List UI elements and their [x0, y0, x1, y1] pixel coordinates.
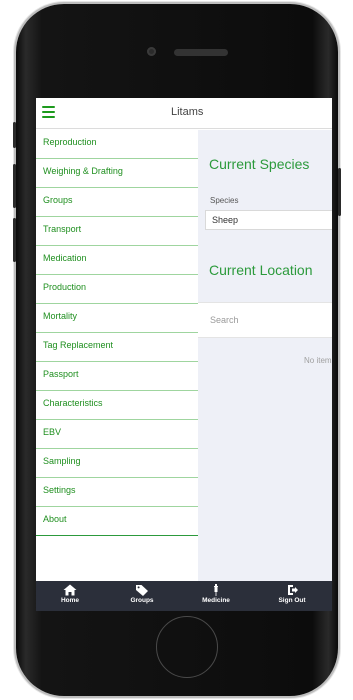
main-content: Current Species Species Sheep Current Lo… [198, 130, 332, 581]
sidebar-item-production[interactable]: Production [36, 275, 198, 304]
syringe-icon [214, 584, 218, 596]
home-button[interactable] [156, 616, 218, 678]
sidebar-item-sampling[interactable]: Sampling [36, 449, 198, 478]
sidebar-item-transport[interactable]: Transport [36, 217, 198, 246]
tag-icon [136, 585, 148, 596]
app-title: Litams [171, 106, 204, 118]
sidebar-item-reproduction[interactable]: Reproduction [36, 130, 198, 159]
current-species-heading: Current Species [209, 156, 310, 172]
search-input[interactable]: Search [198, 302, 332, 338]
bottom-navigation: Home Groups Medicine Sign Out [36, 581, 332, 611]
nav-medicine-label: Medicine [202, 597, 230, 604]
mute-switch [13, 122, 16, 148]
sign-out-icon [288, 585, 298, 595]
hamburger-menu-icon[interactable] [42, 106, 55, 119]
nav-groups[interactable]: Groups [112, 581, 172, 611]
earpiece-speaker [174, 49, 228, 56]
home-icon [63, 584, 77, 596]
no-items-text: No items [304, 356, 332, 365]
sidebar-item-about[interactable]: About [36, 507, 198, 536]
nav-home-label: Home [60, 597, 80, 604]
sidebar-item-mortality[interactable]: Mortality [36, 304, 198, 333]
volume-down-button [13, 218, 16, 262]
front-camera [147, 47, 156, 56]
sidebar-item-ebv[interactable]: EBV [36, 420, 198, 449]
nav-home[interactable]: Home [40, 581, 100, 611]
power-button [338, 168, 341, 216]
app-header: Litams [36, 98, 332, 129]
current-location-heading: Current Location [209, 262, 313, 278]
nav-medicine[interactable]: Medicine [186, 581, 246, 611]
sidebar-item-settings[interactable]: Settings [36, 478, 198, 507]
sidebar-item-medication[interactable]: Medication [36, 246, 198, 275]
species-select[interactable]: Sheep [205, 210, 332, 230]
sidebar-item-characteristics[interactable]: Characteristics [36, 391, 198, 420]
sidebar-item-tag-replacement[interactable]: Tag Replacement [36, 333, 198, 362]
sidebar-menu: Reproduction Weighing & Drafting Groups … [36, 130, 198, 581]
app-screen: Litams Reproduction Weighing & Drafting … [36, 98, 332, 611]
sidebar-item-weighing-drafting[interactable]: Weighing & Drafting [36, 159, 198, 188]
species-label: Species [210, 196, 239, 205]
sidebar-item-passport[interactable]: Passport [36, 362, 198, 391]
nav-sign-out[interactable]: Sign Out [262, 581, 322, 611]
sidebar-item-groups[interactable]: Groups [36, 188, 198, 217]
nav-sign-out-label: Sign Out [278, 597, 306, 604]
volume-up-button [13, 164, 16, 208]
nav-groups-label: Groups [130, 597, 154, 604]
